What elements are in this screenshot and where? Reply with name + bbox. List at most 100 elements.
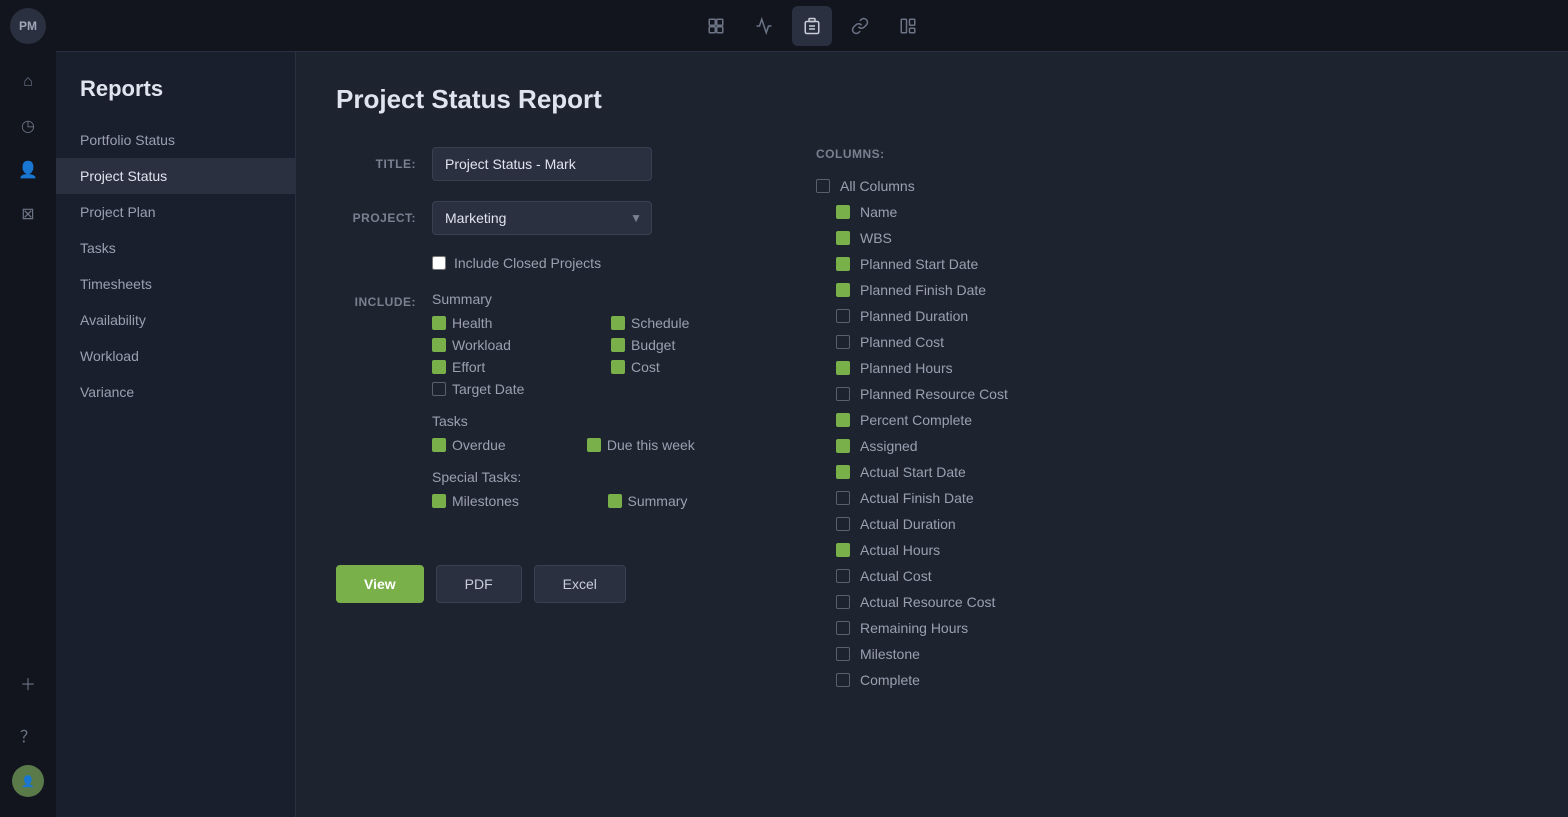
help-icon[interactable]: ？ bbox=[10, 717, 46, 753]
excel-button[interactable]: Excel bbox=[534, 565, 626, 603]
col-percent-complete-checkbox[interactable] bbox=[836, 413, 850, 427]
milestones-checkbox[interactable] bbox=[432, 494, 446, 508]
col-milestone-checkbox[interactable] bbox=[836, 647, 850, 661]
view-button[interactable]: View bbox=[336, 565, 424, 603]
cost-label: Cost bbox=[631, 359, 660, 375]
due-this-week-label: Due this week bbox=[607, 437, 695, 453]
budget-checkbox-item: Budget bbox=[611, 337, 756, 353]
col-actual-hours-checkbox[interactable] bbox=[836, 543, 850, 557]
top-toolbar bbox=[56, 0, 1568, 52]
target-date-checkbox-item: Target Date bbox=[432, 381, 591, 397]
col-remaining-hours-checkbox[interactable] bbox=[836, 621, 850, 635]
sidebar-item-portfolio-status[interactable]: Portfolio Status bbox=[56, 122, 295, 158]
sidebar-item-timesheets[interactable]: Timesheets bbox=[56, 266, 295, 302]
effort-checkbox[interactable] bbox=[432, 360, 446, 374]
sidebar-item-workload[interactable]: Workload bbox=[56, 338, 295, 374]
col-complete-item: Complete bbox=[816, 667, 1520, 693]
nav-history-icon[interactable]: ◷ bbox=[10, 108, 46, 144]
milestones-checkbox-item: Milestones bbox=[432, 493, 588, 509]
health-checkbox-item: Health bbox=[432, 315, 591, 331]
col-planned-finish-item: Planned Finish Date bbox=[816, 277, 1520, 303]
workload-label: Workload bbox=[452, 337, 511, 353]
col-planned-start-label: Planned Start Date bbox=[860, 256, 978, 272]
project-label: PROJECT: bbox=[336, 211, 416, 225]
col-name-checkbox[interactable] bbox=[836, 205, 850, 219]
col-actual-finish-checkbox[interactable] bbox=[836, 491, 850, 505]
col-planned-resource-cost-label: Planned Resource Cost bbox=[860, 386, 1008, 402]
summary-special-checkbox-item: Summary bbox=[608, 493, 757, 509]
col-actual-start-item: Actual Start Date bbox=[816, 459, 1520, 485]
col-milestone-item: Milestone bbox=[816, 641, 1520, 667]
cost-checkbox[interactable] bbox=[611, 360, 625, 374]
col-wbs-item: WBS bbox=[816, 225, 1520, 251]
col-remaining-hours-item: Remaining Hours bbox=[816, 615, 1520, 641]
summary-special-checkbox[interactable] bbox=[608, 494, 622, 508]
title-input[interactable] bbox=[432, 147, 652, 181]
layout-tool-button[interactable] bbox=[888, 6, 928, 46]
col-actual-duration-checkbox[interactable] bbox=[836, 517, 850, 531]
budget-checkbox[interactable] bbox=[611, 338, 625, 352]
summary-label: Summary bbox=[432, 291, 756, 307]
col-assigned-checkbox[interactable] bbox=[836, 439, 850, 453]
search-tool-button[interactable] bbox=[696, 6, 736, 46]
include-section-row: INCLUDE: Summary Health Sche bbox=[336, 291, 756, 525]
col-planned-finish-checkbox[interactable] bbox=[836, 283, 850, 297]
col-planned-hours-checkbox[interactable] bbox=[836, 361, 850, 375]
workload-checkbox[interactable] bbox=[432, 338, 446, 352]
col-actual-cost-checkbox[interactable] bbox=[836, 569, 850, 583]
col-planned-start-checkbox[interactable] bbox=[836, 257, 850, 271]
project-select-wrapper: Marketing Development Design Sales ▼ bbox=[432, 201, 652, 235]
col-complete-label: Complete bbox=[860, 672, 920, 688]
special-tasks-label: Special Tasks: bbox=[432, 469, 756, 485]
target-date-checkbox[interactable] bbox=[432, 382, 446, 396]
col-planned-duration-item: Planned Duration bbox=[816, 303, 1520, 329]
all-columns-checkbox[interactable] bbox=[816, 179, 830, 193]
health-checkbox[interactable] bbox=[432, 316, 446, 330]
col-wbs-checkbox[interactable] bbox=[836, 231, 850, 245]
sidebar-item-tasks[interactable]: Tasks bbox=[56, 230, 295, 266]
action-buttons: View PDF Excel bbox=[336, 565, 756, 603]
columns-label: COLUMNS: bbox=[816, 147, 1528, 161]
workload-checkbox-item: Workload bbox=[432, 337, 591, 353]
col-actual-duration-label: Actual Duration bbox=[860, 516, 956, 532]
include-closed-checkbox[interactable] bbox=[432, 256, 446, 270]
include-closed-row: Include Closed Projects bbox=[432, 255, 756, 271]
chart-tool-button[interactable] bbox=[744, 6, 784, 46]
schedule-checkbox[interactable] bbox=[611, 316, 625, 330]
col-actual-cost-item: Actual Cost bbox=[816, 563, 1520, 589]
col-planned-duration-checkbox[interactable] bbox=[836, 309, 850, 323]
col-planned-cost-checkbox[interactable] bbox=[836, 335, 850, 349]
due-this-week-checkbox-item: Due this week bbox=[587, 437, 756, 453]
col-wbs-label: WBS bbox=[860, 230, 892, 246]
sidebar-item-availability[interactable]: Availability bbox=[56, 302, 295, 338]
col-planned-duration-label: Planned Duration bbox=[860, 308, 968, 324]
schedule-checkbox-item: Schedule bbox=[611, 315, 756, 331]
sidebar-item-project-status[interactable]: Project Status bbox=[56, 158, 295, 194]
nav-home-icon[interactable]: ⌂ bbox=[10, 64, 46, 100]
form-right: COLUMNS: All Columns Name W bbox=[816, 147, 1528, 693]
col-planned-resource-cost-checkbox[interactable] bbox=[836, 387, 850, 401]
sidebar-item-project-plan[interactable]: Project Plan bbox=[56, 194, 295, 230]
col-planned-cost-item: Planned Cost bbox=[816, 329, 1520, 355]
col-complete-checkbox[interactable] bbox=[836, 673, 850, 687]
overdue-checkbox[interactable] bbox=[432, 438, 446, 452]
col-actual-start-checkbox[interactable] bbox=[836, 465, 850, 479]
col-actual-start-label: Actual Start Date bbox=[860, 464, 966, 480]
clipboard-tool-button[interactable] bbox=[792, 6, 832, 46]
milestones-label: Milestones bbox=[452, 493, 519, 509]
due-this-week-checkbox[interactable] bbox=[587, 438, 601, 452]
overdue-checkbox-item: Overdue bbox=[432, 437, 567, 453]
pdf-button[interactable]: PDF bbox=[436, 565, 522, 603]
user-avatar[interactable]: 👤 bbox=[12, 765, 44, 797]
sidebar-item-variance[interactable]: Variance bbox=[56, 374, 295, 410]
add-icon[interactable]: ＋ bbox=[10, 665, 46, 701]
project-select[interactable]: Marketing Development Design Sales bbox=[432, 201, 652, 235]
col-actual-resource-cost-item: Actual Resource Cost bbox=[816, 589, 1520, 615]
link-tool-button[interactable] bbox=[840, 6, 880, 46]
nav-users-icon[interactable]: 👤 bbox=[10, 152, 46, 188]
overdue-label: Overdue bbox=[452, 437, 506, 453]
nav-portfolio-icon[interactable]: ⊠ bbox=[10, 196, 46, 232]
app-logo[interactable]: PM bbox=[10, 8, 46, 44]
col-actual-resource-cost-checkbox[interactable] bbox=[836, 595, 850, 609]
include-content: Summary Health Schedule bbox=[432, 291, 756, 525]
